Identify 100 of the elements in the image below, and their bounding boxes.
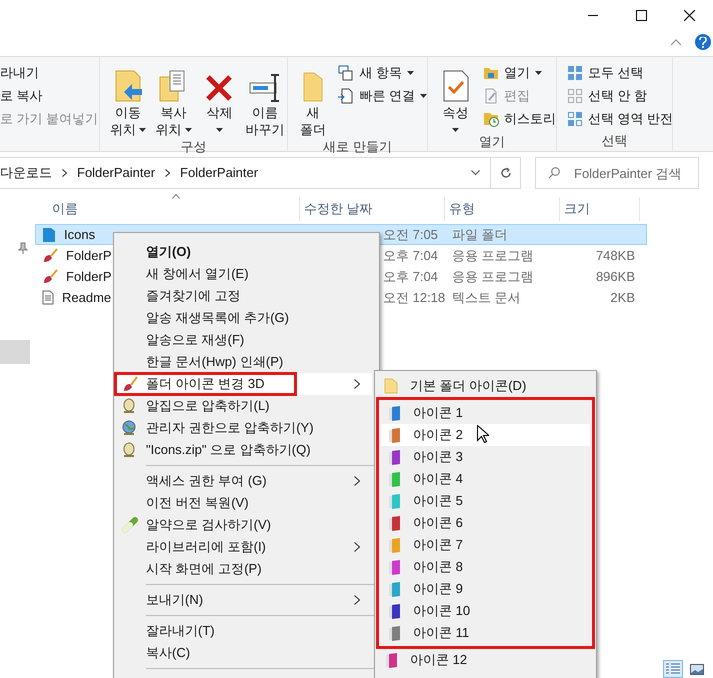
ribbon-button[interactable]: 라내기 [0,63,98,83]
file-type: 응용 프로그램 [452,268,534,284]
menu-item[interactable]: 알약으로 검사하기(V) [114,514,372,536]
ribbon-button[interactable]: 복사 위치 [152,63,196,137]
menu-item[interactable]: 이전 버전 복원(V) [114,492,372,514]
file-name[interactable]: FolderP [66,266,112,286]
menu-item[interactable]: 즐겨찾기에 고정 [114,285,372,307]
folder-icon [42,226,56,242]
menu-item[interactable]: 열기(O) [114,241,372,263]
file-size: 2KB [610,290,635,305]
group-label: 새로 만들기 [323,138,392,156]
menu-item[interactable]: 아이콘 9 [381,578,590,600]
new-item-icon [338,65,354,81]
clock-folder-icon [483,111,499,127]
menu-item[interactable]: 아이콘 5 [381,490,590,512]
menu-item[interactable]: 아이콘 10 [381,600,590,622]
menu-item[interactable]: 아이콘 8 [381,556,590,578]
address-bar[interactable]: 다운로드 FolderPainter FolderPainter [0,157,521,189]
ribbon-button[interactable]: 새 폴더 [294,63,332,137]
ribbon-button[interactable]: 삭제 [198,63,242,137]
menu-item[interactable]: 아이콘 2 [381,424,590,446]
menu-item[interactable]: 한글 문서(Hwp) 인쇄(P) [114,351,372,373]
refresh-icon [500,167,512,179]
menu-item[interactable]: 복사(C) [114,642,372,664]
sort-caret-icon [172,194,180,199]
help-icon[interactable] [695,34,711,50]
menu-item[interactable]: 폴더 아이콘 변경 3D [114,373,372,395]
menu-item[interactable]: 아이콘 12 [378,649,593,671]
capsule-icon [122,517,138,533]
modified-date: 오후 7:04 [383,248,438,263]
menu-item[interactable]: 관리자 권한으로 압축하기(Y) [114,417,372,439]
mouse-pointer-icon [477,425,489,443]
list-icon [666,663,680,675]
file-name[interactable]: FolderP [66,246,112,266]
chevron-down-icon [470,170,480,176]
column-header[interactable]: 크기 [560,197,640,221]
ribbon-button[interactable]: 모두 선택 [567,63,674,83]
ribbon-button[interactable]: 선택 영역 반전 [567,109,674,129]
ribbon-button[interactable]: 히스토리 [483,109,556,129]
ribbon-button[interactable]: 로 복사 [0,86,98,106]
file-name[interactable]: Readme [62,288,112,308]
close-icon [684,10,694,20]
modified-date: 오후 7:04 [383,268,438,284]
paintbrush-icon [42,248,58,264]
egg-icon [122,442,136,458]
menu-item[interactable]: 아이콘 3 [381,446,590,468]
grid-icon [567,65,583,81]
menu-item[interactable]: 새 창에서 열기(E) [114,263,372,285]
menu-item[interactable]: 라이브러리에 포함(I) [114,536,372,558]
grid-icon [567,111,583,127]
menu-item[interactable]: 액세스 권한 부여 (G) [114,470,372,492]
ribbon-button[interactable]: 속성 [434,63,477,132]
menu-item[interactable]: 시작 화면에 고정(P) [114,558,372,580]
globe-icon [122,420,137,436]
file-name[interactable]: Icons [64,224,96,244]
search-field[interactable]: FolderPainter 검색 [535,157,699,189]
ribbon-button[interactable]: 선택 안 함 [567,86,674,106]
chevron-right-icon [62,169,67,177]
search-icon [548,167,560,179]
file-type: 텍스트 문서 [452,290,521,305]
menu-item[interactable]: 보내기(N) [114,589,372,611]
ribbon-button[interactable]: 새 항목 [338,63,427,83]
folder-icon [384,378,398,394]
close-icon [204,73,234,103]
menu-item[interactable]: 아이콘 7 [381,534,590,556]
column-header[interactable]: 수정한 날짜 [300,197,445,221]
ribbon-button[interactable]: 열기 [483,63,556,83]
pencil-page-icon [483,88,499,104]
paintbrush-icon [42,268,58,284]
details-view-button[interactable] [663,660,683,678]
group-label: 선택 [602,132,628,150]
ribbon-button[interactable]: 빠른 연결 [338,86,427,106]
breadcrumb[interactable]: FolderPainter [77,163,156,183]
menu-item[interactable]: 아이콘 1 [381,402,590,424]
menu-item[interactable]: 아이콘 6 [381,512,590,534]
modified-date: 오전 12:18 [383,290,446,305]
grid-icon [567,88,583,104]
menu-item[interactable]: "Icons.zip" 으로 압축하기(Q) [114,439,372,461]
menu-item[interactable]: 아이콘 11 [381,622,590,644]
maximize-icon [636,10,646,20]
menu-item[interactable]: 아이콘 4 [381,468,590,490]
column-header[interactable]: 유형 [445,197,560,221]
ribbon-button[interactable]: 이동 위치 [106,63,150,137]
chevron-up-icon [671,39,681,45]
shortcut-icon [338,88,354,104]
menu-item[interactable]: 알집으로 압축하기(L) [114,395,372,417]
column-header[interactable]: 이름 [35,197,300,221]
ribbon-button[interactable]: 이름 바꾸기 [243,63,287,137]
menu-item[interactable]: 기본 폴더 아이콘(D) [378,375,593,397]
image-icon [690,664,704,674]
menu-item[interactable]: 알송 재생목록에 추가(G) [114,307,372,329]
breadcrumb[interactable]: FolderPainter [180,163,258,183]
modified-date: 오전 7:05 [383,226,438,242]
chevron-right-icon [165,169,170,177]
folder-icon [483,65,499,81]
menu-item[interactable]: 잘라내기(T) [114,620,372,642]
breadcrumb[interactable]: 다운로드 [0,163,52,183]
group-label: 열기 [479,133,505,151]
file-size: 896KB [596,268,635,284]
menu-item[interactable]: 알송으로 재생(F) [114,329,372,351]
